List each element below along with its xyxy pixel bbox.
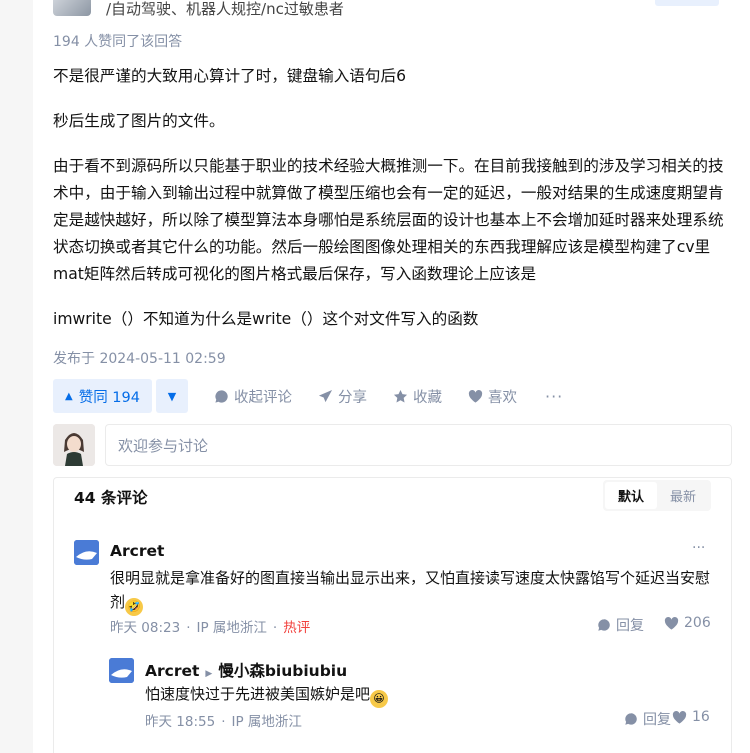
current-user-avatar	[53, 424, 95, 466]
comment-like-button[interactable]: 16	[672, 709, 710, 725]
vote-down-button[interactable]: ▼	[156, 379, 188, 413]
tab-sort-latest[interactable]: 最新	[657, 482, 709, 509]
comment-author-line: Arcret ▶ 慢小森biubiubiu	[145, 659, 347, 681]
comments-section: 44 条评论 默认 最新 Arcret ··· 很明显就是拿准备好的图直接当输出…	[53, 477, 732, 753]
answer-card: /自动驾驶、机器人规控/nc过敏患者 +关注 194 人赞同了该回答 不是很严谨…	[33, 0, 750, 753]
comment-author[interactable]: Arcret	[110, 542, 164, 560]
favorite-label: 收藏	[413, 389, 442, 406]
comment-text-body: 怕速度快过于先进被美国嫉妒是吧	[145, 685, 371, 703]
plus-icon: +	[666, 0, 677, 1]
grin-emoji-icon: 😀	[370, 690, 389, 708]
heart-icon	[468, 389, 483, 403]
like-count: 206	[684, 615, 711, 631]
comment-meta: 昨天 18:55 · IP 属地浙江	[145, 714, 302, 730]
comment-ip: IP 属地浙江	[231, 714, 302, 730]
reply-to-author[interactable]: 慢小森biubiubiu	[218, 662, 347, 680]
answer-paragraph: 由于看不到源码所以只能基于职业的技术经验大概推测一下。在目前我接触到的涉及学习相…	[53, 157, 724, 283]
comment-reply-button[interactable]: 回复	[624, 709, 671, 729]
answer-paragraph: imwrite（）不知道为什么是write（）这个对文件写入的函数	[53, 310, 479, 328]
follow-label: 关注	[680, 0, 708, 1]
collapse-comments-label: 收起评论	[234, 389, 292, 406]
answer-paragraph: 不是很严谨的大致用心算计了时，键盘输入语句后6	[53, 67, 406, 85]
rofl-emoji-icon: 🤣	[125, 598, 144, 616]
comment-text: 怕速度快过于先进被美国嫉妒是吧 😀	[145, 682, 705, 708]
reply-label: 回复	[643, 712, 671, 728]
hot-comment-badge: 热评	[283, 620, 311, 636]
favorite-button[interactable]: 收藏	[393, 386, 442, 407]
answer-paragraph: 秒后生成了图片的文件。	[53, 112, 225, 130]
share-icon	[318, 389, 333, 402]
answer-content: 不是很严谨的大致用心算计了时，键盘输入语句后6 秒后生成了图片的文件。 由于看不…	[53, 63, 729, 333]
tab-sort-default[interactable]: 默认	[604, 482, 657, 509]
comment-ip: IP 属地浙江	[196, 620, 267, 636]
heart-icon	[672, 710, 687, 724]
comment-text-body: 很明显就是拿准备好的图直接当输出显示出来，又怕直接读写速度太快露馅写个延迟当安慰…	[110, 569, 711, 611]
like-label: 喜欢	[488, 389, 517, 406]
commenter-avatar[interactable]	[109, 658, 134, 683]
vote-count-summary: 194 人赞同了该回答	[53, 34, 183, 50]
comment-author[interactable]: Arcret	[145, 662, 199, 680]
like-button[interactable]: 喜欢	[468, 386, 517, 407]
share-label: 分享	[338, 389, 367, 406]
collapse-comments-button[interactable]: 收起评论	[214, 386, 292, 407]
comment-time: 昨天 08:23	[110, 620, 181, 636]
comment-icon	[598, 619, 610, 631]
anime-avatar-icon	[53, 424, 95, 466]
like-count: 16	[692, 709, 710, 725]
commenter-avatar[interactable]	[74, 540, 99, 565]
comment-time: 昨天 18:55	[145, 714, 216, 730]
comment-input[interactable]: 欢迎参与讨论	[105, 424, 732, 466]
comment-more-button[interactable]: ···	[692, 540, 705, 556]
comment-icon	[625, 713, 637, 725]
author-bio: /自动驾驶、机器人规控/nc过敏患者	[106, 0, 344, 18]
shark-avatar-icon	[109, 658, 134, 683]
triangle-up-icon: ▲	[65, 390, 73, 402]
vote-up-label: 赞同 194	[78, 389, 140, 406]
heart-icon	[664, 616, 679, 630]
comment-sort-tabs: 默认 最新	[602, 480, 711, 511]
share-button[interactable]: 分享	[318, 386, 367, 407]
action-bar: ▲ 赞同 194 ▼ 收起评论 分享 收藏 喜欢 ···	[53, 378, 563, 414]
comment-like-button[interactable]: 206	[664, 615, 711, 631]
follow-button[interactable]: +关注	[655, 0, 719, 6]
vote-up-button[interactable]: ▲ 赞同 194	[53, 379, 152, 413]
reply-arrow-icon: ▶	[205, 669, 213, 679]
comments-count-title: 44 条评论	[74, 489, 148, 507]
comment-reply-button[interactable]: 回复	[597, 615, 644, 635]
triangle-down-icon: ▼	[167, 389, 177, 403]
publish-time: 发布于 2024-05-11 02:59	[53, 351, 226, 367]
comment-text: 很明显就是拿准备好的图直接当输出显示出来，又怕直接读写速度太快露馅写个延迟当安慰…	[110, 566, 710, 616]
author-avatar[interactable]	[53, 0, 91, 16]
reply-label: 回复	[616, 618, 644, 634]
star-icon	[393, 389, 408, 402]
shark-avatar-icon	[74, 540, 99, 565]
comment-meta: 昨天 08:23 · IP 属地浙江 · 热评	[110, 620, 311, 636]
comment-icon	[215, 389, 228, 403]
more-options-button[interactable]: ···	[545, 387, 563, 406]
